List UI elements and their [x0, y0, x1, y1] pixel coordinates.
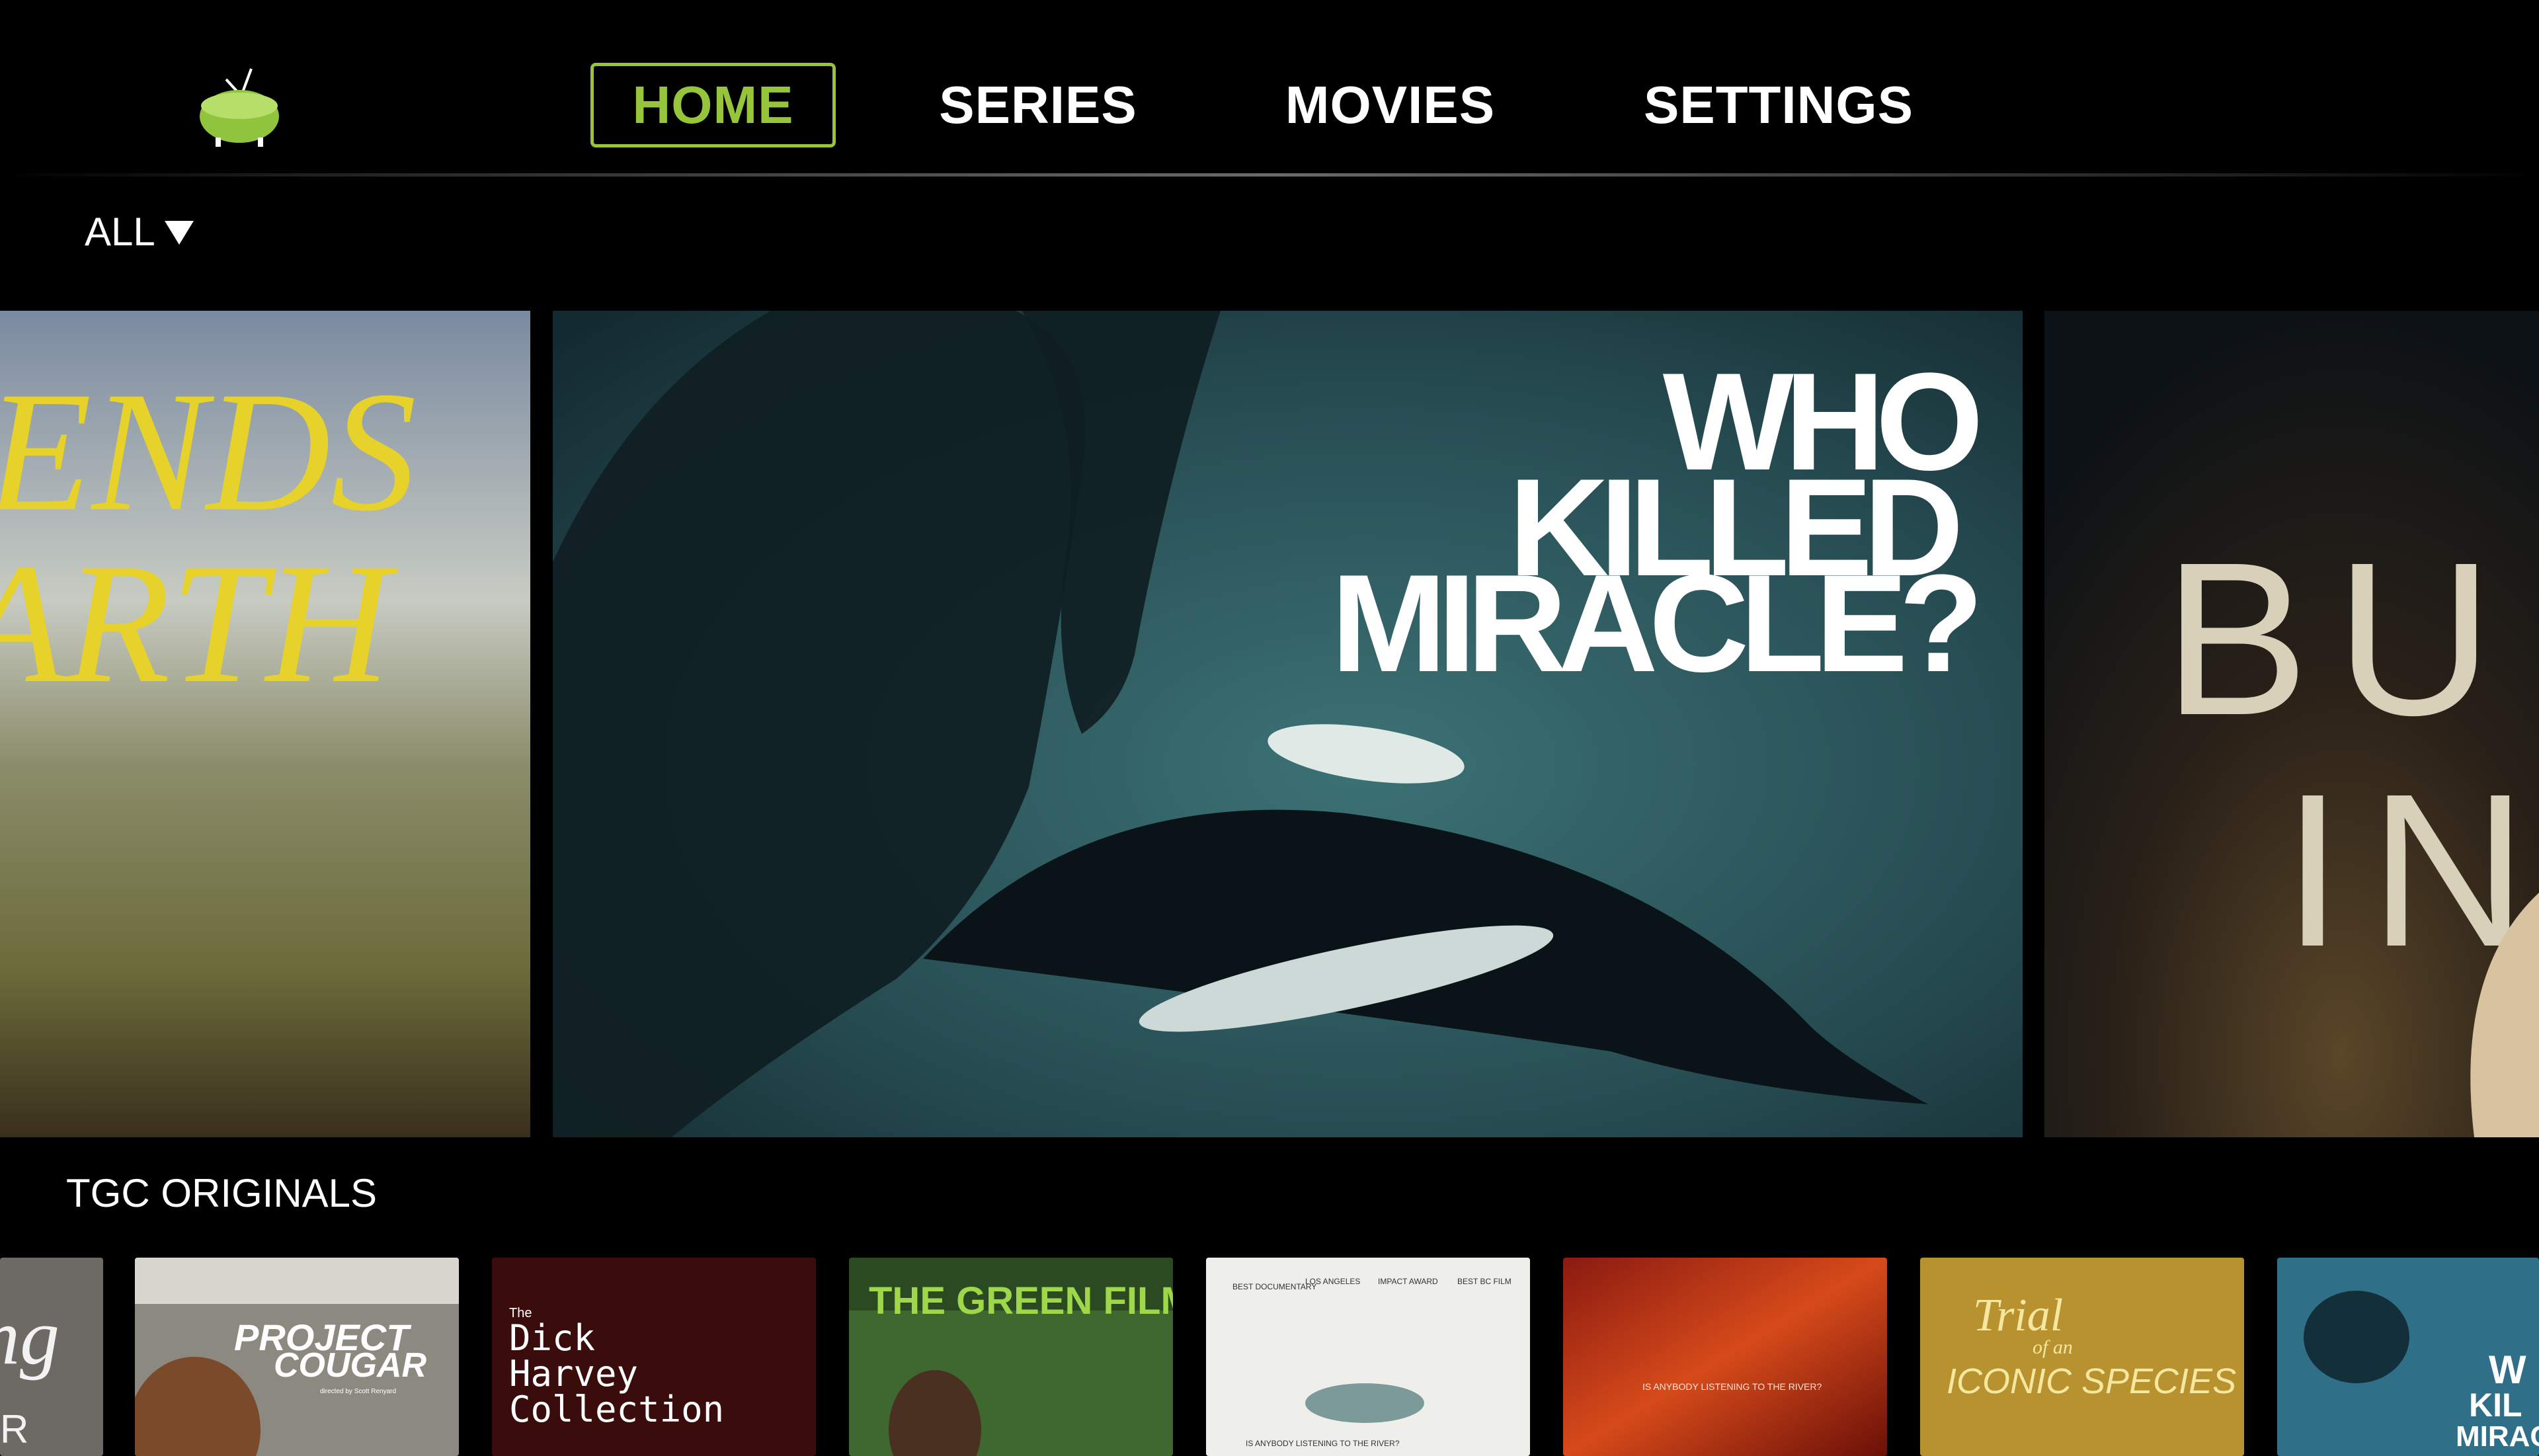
- hero-center-title-3: MIRACLE?: [1331, 546, 1976, 701]
- poster-title: IS ANYBODY LISTENING TO THE RIVER?: [1246, 1439, 1400, 1448]
- poster-line2: of an: [2033, 1336, 2073, 1358]
- poster-line3: ICONIC SPECIES: [1947, 1361, 2236, 1401]
- poster-title: ng: [0, 1293, 60, 1381]
- poster-title: W: [2489, 1348, 2526, 1392]
- poster-title: Trial: [1973, 1290, 2063, 1341]
- poster-card[interactable]: Trial of an ICONIC SPECIES: [1920, 1258, 2244, 1456]
- poster-card[interactable]: The Dick Harvey Collection: [492, 1258, 816, 1456]
- poster-laurel: BEST BC FILM: [1457, 1277, 1511, 1286]
- tv-icon[interactable]: [192, 60, 284, 152]
- hero-card-right[interactable]: BU IN: [2044, 311, 2539, 1137]
- poster-card[interactable]: BEST DOCUMENTARY LOS ANGELES IMPACT AWAR…: [1206, 1258, 1530, 1456]
- poster-subtitle: R: [0, 1407, 28, 1451]
- hero-left-title-2: ARTH: [0, 528, 400, 719]
- tab-series[interactable]: SERIES: [939, 63, 1137, 147]
- poster-laurel: IMPACT AWARD: [1378, 1277, 1438, 1286]
- filter-label: ALL: [85, 209, 155, 254]
- filter-dropdown[interactable]: ALL: [85, 206, 194, 257]
- hero-right-title-1: BU: [2163, 516, 2519, 760]
- poster-card[interactable]: W KIL MIRAC: [2277, 1258, 2539, 1456]
- poster-caption: directed by Scott Renyard: [320, 1388, 396, 1395]
- poster-subtitle: COUGAR: [274, 1346, 427, 1385]
- poster-line3: MIRAC: [2456, 1420, 2539, 1453]
- poster-line2: KIL: [2469, 1387, 2522, 1424]
- tab-home[interactable]: HOME: [590, 63, 836, 147]
- poster-laurel: BEST DOCUMENTARY: [1232, 1282, 1316, 1291]
- poster-card[interactable]: IS ANYBODY LISTENING TO THE RIVER?: [1563, 1258, 1887, 1456]
- hero-card-left[interactable]: ENDS ARTH: [0, 311, 530, 1137]
- poster-title: IS ANYBODY LISTENING TO THE RIVER?: [1642, 1381, 1822, 1392]
- poster-card[interactable]: ng R: [0, 1258, 103, 1456]
- hero-left-title-1: ENDS: [0, 356, 417, 547]
- hero-card-center[interactable]: WHO KILLED MIRACLE?: [553, 311, 2023, 1137]
- poster-card[interactable]: THE GREEN FILM: [849, 1258, 1173, 1456]
- tab-settings[interactable]: SETTINGS: [1643, 63, 1914, 147]
- nav-divider: [0, 173, 2539, 177]
- poster-laurel: LOS ANGELES: [1305, 1277, 1360, 1286]
- poster-line3: Collection: [509, 1389, 724, 1430]
- section-title: TGC ORIGINALS: [66, 1171, 378, 1215]
- poster-title: THE GREEN FILM: [869, 1279, 1173, 1322]
- poster-card[interactable]: PROJECT COUGAR directed by Scott Renyard: [135, 1258, 459, 1456]
- caret-down-icon: [164, 221, 194, 245]
- tab-movies[interactable]: MOVIES: [1273, 63, 1508, 147]
